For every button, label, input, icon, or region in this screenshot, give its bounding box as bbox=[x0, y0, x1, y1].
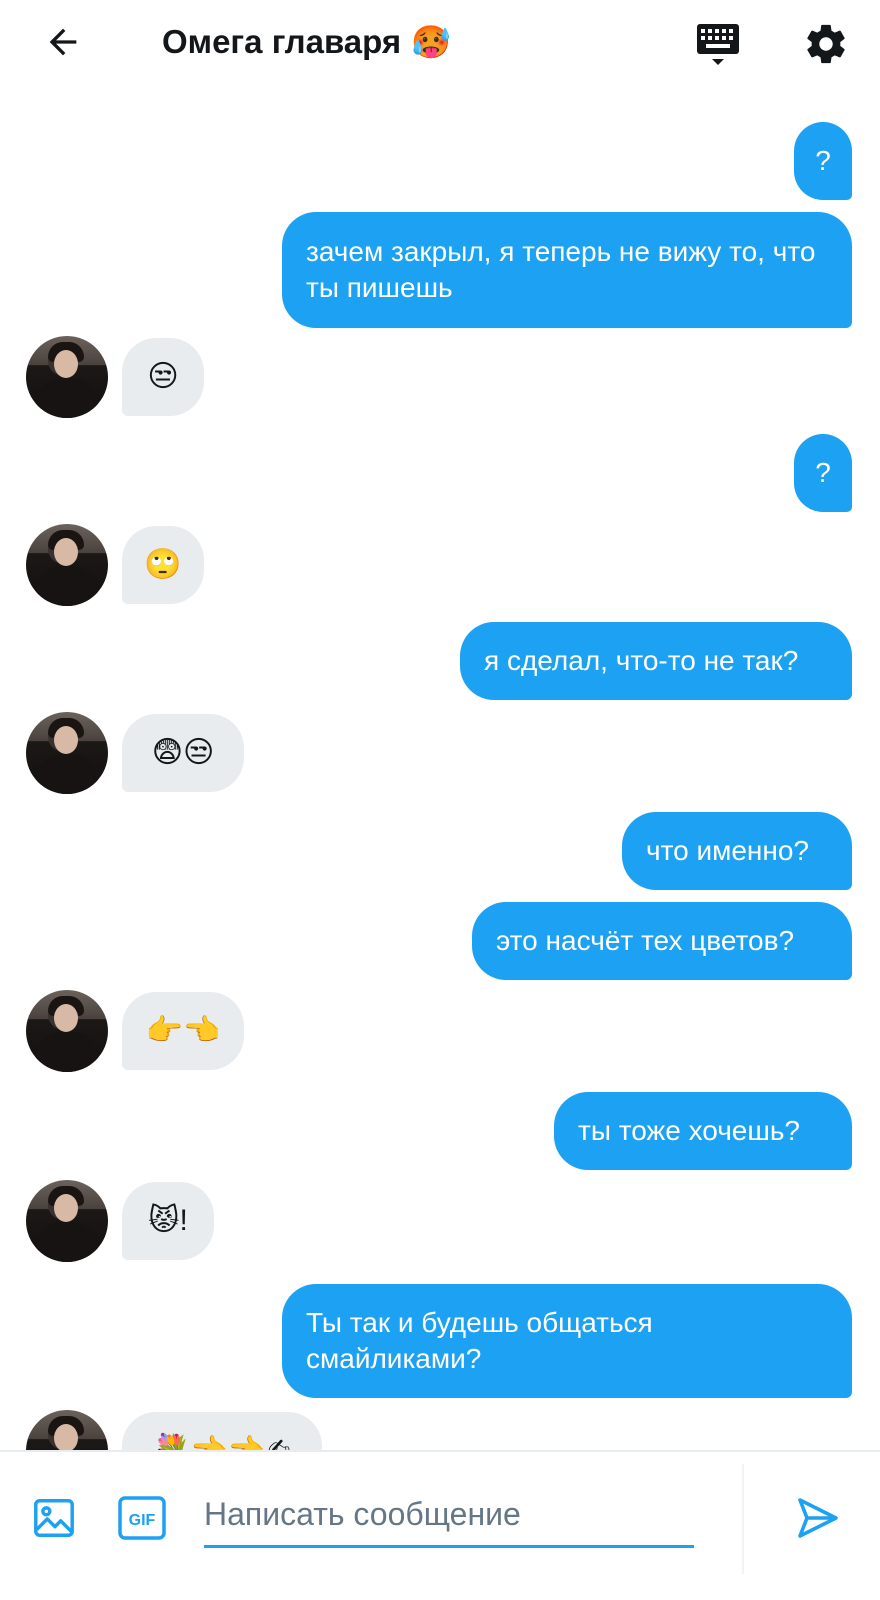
message-input[interactable] bbox=[204, 1488, 694, 1548]
send-button[interactable] bbox=[790, 1490, 846, 1546]
back-button[interactable] bbox=[38, 20, 88, 64]
settings-button[interactable] bbox=[798, 16, 854, 72]
avatar[interactable] bbox=[26, 336, 108, 418]
outgoing-message[interactable]: ? bbox=[794, 434, 852, 512]
avatar[interactable] bbox=[26, 990, 108, 1072]
avatar[interactable] bbox=[26, 1410, 108, 1450]
incoming-message[interactable]: 😾! bbox=[122, 1182, 214, 1260]
incoming-message[interactable]: 💐👈👈✍ bbox=[122, 1412, 322, 1450]
gear-icon bbox=[807, 24, 845, 64]
outgoing-message[interactable]: ты тоже хочешь? bbox=[554, 1092, 852, 1170]
avatar[interactable] bbox=[26, 524, 108, 606]
avatar[interactable] bbox=[26, 712, 108, 794]
chat-header: Омега главаря 🥵 bbox=[0, 0, 880, 84]
incoming-message[interactable]: 😒 bbox=[122, 338, 204, 416]
outgoing-message[interactable]: это насчёт тех цветов? bbox=[472, 902, 852, 980]
outgoing-message[interactable]: Ты так и будешь общаться смайликами? bbox=[282, 1284, 852, 1398]
keyboard-icon bbox=[697, 24, 739, 65]
svg-text:GIF: GIF bbox=[129, 1512, 156, 1529]
hot-face-emoji: 🥵 bbox=[411, 24, 451, 60]
outgoing-message[interactable]: что именно? bbox=[622, 812, 852, 890]
arrow-left-icon bbox=[49, 28, 77, 56]
conversation-title-text: Омега главаря bbox=[162, 23, 402, 60]
avatar[interactable] bbox=[26, 1180, 108, 1262]
incoming-message[interactable]: 👉👈 bbox=[122, 992, 244, 1070]
outgoing-message[interactable]: я сделал, что-то не так? bbox=[460, 622, 852, 700]
keyboard-toggle-button[interactable] bbox=[690, 16, 746, 72]
outgoing-message[interactable]: зачем закрыл, я теперь не вижу то, что т… bbox=[282, 212, 852, 328]
message-composer: GIF bbox=[0, 1450, 880, 1600]
incoming-message[interactable]: 😨😒 bbox=[122, 714, 244, 792]
gif-icon: GIF bbox=[118, 1496, 166, 1540]
image-icon bbox=[34, 1499, 74, 1537]
gif-button[interactable]: GIF bbox=[116, 1492, 168, 1544]
conversation-title: Омега главаря 🥵 bbox=[162, 20, 451, 64]
send-icon bbox=[798, 1498, 838, 1538]
composer-divider bbox=[742, 1464, 744, 1574]
attach-image-button[interactable] bbox=[28, 1492, 80, 1544]
outgoing-message[interactable]: ? bbox=[794, 122, 852, 200]
incoming-message[interactable]: 🙄 bbox=[122, 526, 204, 604]
message-list[interactable]: ? зачем закрыл, я теперь не вижу то, что… bbox=[0, 84, 880, 1450]
